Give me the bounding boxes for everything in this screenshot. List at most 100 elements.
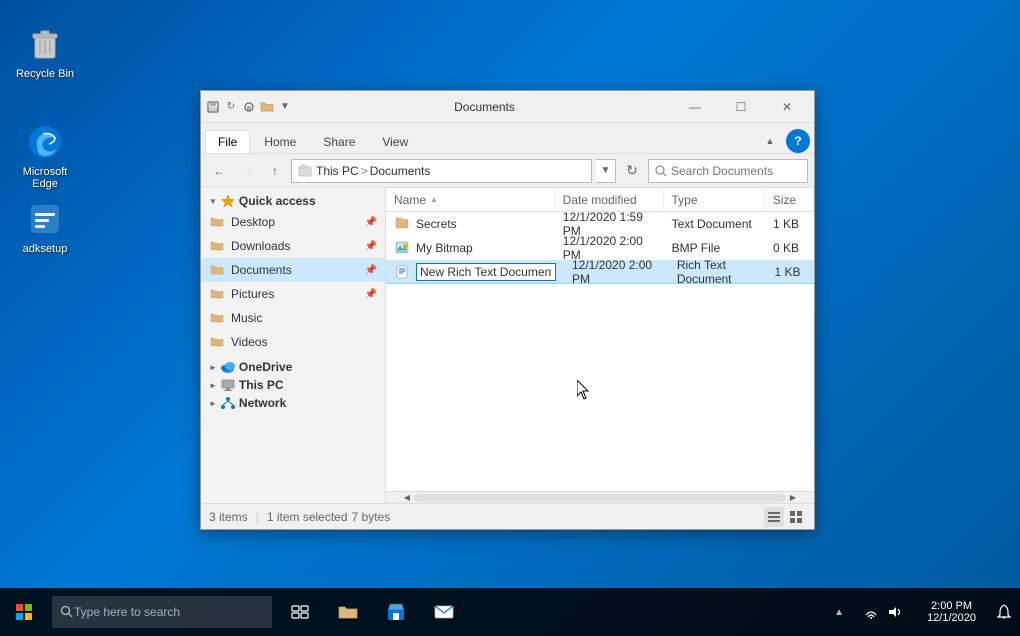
taskbar-clock[interactable]: 2:00 PM 12/1/2020	[915, 588, 988, 636]
sidebar-item-desktop[interactable]: Desktop 📌	[201, 210, 385, 234]
folder-pictures-icon	[209, 286, 225, 302]
file-rename-input[interactable]	[416, 263, 556, 281]
properties-icon[interactable]	[241, 99, 257, 115]
help-button[interactable]: ?	[786, 129, 810, 153]
address-dropdown-button[interactable]: ▼	[596, 159, 616, 183]
minimize-button[interactable]: —	[672, 91, 718, 123]
mail-taskbar-button[interactable]	[420, 588, 468, 636]
clock-date: 12/1/2020	[927, 612, 976, 624]
items-count: 3 items	[209, 510, 248, 524]
file-row-secrets[interactable]: Secrets 12/1/2020 1:59 PM Text Document …	[386, 212, 814, 236]
address-path[interactable]: This PC > Documents	[291, 159, 592, 183]
path-this-pc[interactable]: This PC	[316, 164, 359, 178]
sidebar-item-videos[interactable]: Videos	[201, 330, 385, 354]
sidebar-item-downloads[interactable]: Downloads 📌	[201, 234, 385, 258]
onedrive-header[interactable]: ► OneDrive	[201, 358, 385, 376]
file-type-mybitmap: BMP File	[664, 236, 765, 260]
new-folder-icon[interactable]	[259, 99, 275, 115]
notification-button[interactable]	[988, 588, 1020, 636]
file-row-mybitmap[interactable]: My Bitmap 12/1/2020 2:00 PM BMP File 0 K…	[386, 236, 814, 260]
folder-downloads-icon	[209, 238, 225, 254]
back-button[interactable]: ←	[207, 159, 231, 183]
col-name-header[interactable]: Name ▲	[386, 188, 555, 212]
taskbar-search[interactable]	[52, 596, 272, 628]
file-size-secrets: 1 KB	[765, 212, 814, 236]
adksetup-icon[interactable]: adksetup	[10, 195, 80, 259]
title-bar: ↻ ▼ Documents — ☐ ✕	[201, 91, 814, 123]
network-icon	[221, 396, 235, 410]
file-type-secrets: Text Document	[664, 212, 765, 236]
network-header[interactable]: ► Network	[201, 394, 385, 412]
onedrive-icon	[221, 360, 235, 374]
pin-icon: 📌	[365, 289, 377, 300]
scroll-left-button[interactable]: ◀	[400, 492, 414, 504]
file-name-secrets: Secrets	[386, 212, 555, 236]
file-type-rtf: Rich Text Document	[669, 260, 767, 284]
sidebar-item-music[interactable]: Music	[201, 306, 385, 330]
file-row-rtf[interactable]: 12/1/2020 2:00 PM Rich Text Document 1 K…	[386, 260, 814, 284]
file-date-mybitmap: 12/1/2020 2:00 PM	[555, 236, 664, 260]
show-hidden-icons-button[interactable]: ▲	[827, 588, 851, 636]
ribbon: File Home Share View ▲ ?	[201, 123, 814, 154]
undo-icon[interactable]: ↻	[223, 99, 239, 115]
edge-icon[interactable]: Microsoft Edge	[10, 118, 80, 194]
recycle-bin-icon[interactable]: Recycle Bin	[10, 20, 80, 84]
tiles-view-button[interactable]	[786, 507, 806, 527]
col-type-header[interactable]: Type	[664, 188, 765, 212]
horizontal-scrollbar[interactable]: ◀ ▶	[386, 491, 814, 503]
col-date-header[interactable]: Date modified	[555, 188, 664, 212]
forward-button[interactable]: →	[235, 159, 259, 183]
col-size-header[interactable]: Size	[765, 188, 814, 212]
search-input[interactable]	[671, 164, 801, 178]
file-name-mybitmap: My Bitmap	[386, 236, 555, 260]
this-pc-header[interactable]: ► This PC	[201, 376, 385, 394]
file-explorer-taskbar-button[interactable]	[324, 588, 372, 636]
file-list-area: Name ▲ Date modified Type Size	[386, 188, 814, 503]
search-icon	[655, 165, 667, 177]
details-view-button[interactable]	[764, 507, 784, 527]
close-button[interactable]: ✕	[764, 91, 810, 123]
maximize-button[interactable]: ☐	[718, 91, 764, 123]
file-icon-secrets	[394, 216, 410, 232]
file-list: Secrets 12/1/2020 1:59 PM Text Document …	[386, 212, 814, 491]
window-controls: — ☐ ✕	[672, 91, 810, 123]
path-documents[interactable]: Documents	[370, 164, 431, 178]
scroll-right-button[interactable]: ▶	[786, 492, 800, 504]
tab-home[interactable]: Home	[251, 130, 309, 153]
store-taskbar-button[interactable]	[372, 588, 420, 636]
tab-share[interactable]: Share	[310, 130, 368, 153]
pin-icon: 📌	[365, 217, 377, 228]
taskbar-search-icon	[60, 605, 74, 619]
sidebar-item-documents[interactable]: Documents 📌	[201, 258, 385, 282]
file-explorer-window: ↻ ▼ Documents — ☐ ✕	[200, 90, 815, 530]
file-date-secrets: 12/1/2020 1:59 PM	[555, 212, 664, 236]
taskbar: ▲ 2:00 PM 12/1/202	[0, 588, 1020, 636]
pin-icon: 📌	[365, 265, 377, 276]
search-box[interactable]	[648, 159, 808, 183]
refresh-button[interactable]: ↻	[620, 159, 644, 183]
taskbar-search-input[interactable]	[74, 605, 244, 619]
file-icon-rtf	[394, 264, 410, 280]
file-list-header: Name ▲ Date modified Type Size	[386, 188, 814, 212]
sidebar: ▼ Quick access Desktop 📌	[201, 188, 386, 503]
quick-access-header[interactable]: ▼ Quick access	[201, 192, 385, 210]
tab-view[interactable]: View	[369, 130, 421, 153]
scroll-track[interactable]	[414, 494, 786, 502]
folder-music-icon	[209, 310, 225, 326]
dropdown-arrow-icon[interactable]: ▼	[277, 99, 293, 115]
quick-access-label: Quick access	[239, 194, 316, 208]
tab-file[interactable]: File	[205, 130, 250, 153]
status-bar: 3 items | 1 item selected 7 bytes	[201, 503, 814, 529]
up-button[interactable]: ↑	[263, 159, 287, 183]
network-icon[interactable]	[859, 588, 883, 636]
volume-icon[interactable]	[883, 588, 907, 636]
title-bar-quick-access: ↻ ▼	[205, 99, 293, 115]
ribbon-expand-button[interactable]: ▲	[758, 129, 782, 153]
task-view-button[interactable]	[276, 588, 324, 636]
start-button[interactable]	[0, 588, 48, 636]
sidebar-item-pictures[interactable]: Pictures 📌	[201, 282, 385, 306]
edge-label: Microsoft Edge	[14, 166, 76, 190]
taskbar-right: ▲ 2:00 PM 12/1/202	[827, 588, 1020, 636]
save-icon[interactable]	[205, 99, 221, 115]
size-info: 7 bytes	[352, 510, 391, 524]
